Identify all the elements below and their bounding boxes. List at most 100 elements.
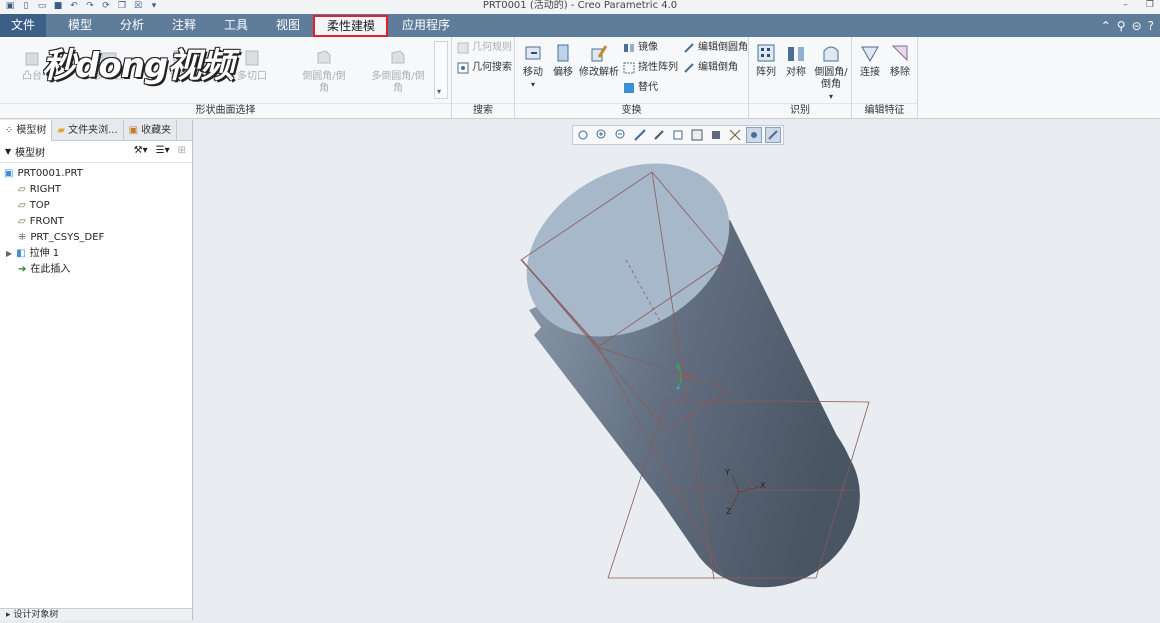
symmetry-button[interactable]: 对称 [783, 43, 809, 79]
multi-round-chamfer-button[interactable]: 多倒圆角/倒角 [370, 47, 426, 95]
modify-analytic-icon [589, 43, 609, 63]
symmetry-icon [786, 43, 806, 63]
pattern-button[interactable]: 阵列 [753, 43, 779, 79]
tree-item-insert-here[interactable]: ➔ 在此插入 [0, 262, 192, 278]
command-search-icon[interactable]: ⊝ [1132, 19, 1142, 33]
footer-label: 设计对象树 [13, 610, 59, 620]
multi-cut-label: 多切口 [237, 71, 267, 82]
extrude-icon: ◧ [16, 248, 26, 259]
transform-group-label: 变换 [515, 103, 748, 117]
modify-analytic-button[interactable]: 修改解析 [579, 43, 619, 79]
substitute-label: 替代 [638, 82, 658, 93]
geometry-search-label: 几何搜索 [472, 62, 512, 73]
menu-applications[interactable]: 应用程序 [390, 14, 462, 37]
tab-model-tree[interactable]: ⁘ 模型树 [0, 120, 53, 141]
multi-round-chamfer-icon [388, 47, 408, 67]
substitute-icon [623, 82, 635, 94]
menu-file[interactable]: 文件 [0, 14, 46, 37]
menu-model[interactable]: 模型 [52, 14, 108, 37]
help-icon[interactable]: ? [1148, 19, 1154, 33]
title-bar: ▣ ▯ ▭ ■ ↶ ↷ ⟳ ❐ ☒ ▾ PRT0001 (活动的) - Creo… [0, 0, 1160, 14]
watermark-logo: 秒dong视频 [42, 46, 234, 86]
menu-view[interactable]: 视图 [262, 14, 314, 37]
csys-z-label: Z [726, 507, 732, 516]
edit-round-button[interactable]: 编辑倒圆角 [683, 41, 748, 55]
geometry-search-icon [457, 62, 469, 74]
flex-pattern-label: 挠性阵列 [638, 62, 678, 73]
tree-filter-icon[interactable]: ⊞ [178, 145, 186, 156]
symmetry-label: 对称 [786, 67, 806, 78]
geometry-search-button[interactable]: 几何搜索 [457, 61, 512, 75]
datum-display-icon[interactable] [727, 127, 743, 143]
recognize-round-dropdown-icon[interactable]: ▾ [811, 91, 851, 103]
tree-title: 模型树 [15, 148, 46, 159]
saved-orientations-icon[interactable] [670, 127, 686, 143]
round-chamfer-button[interactable]: 倒圆角/倒角 [300, 47, 348, 95]
window-title: PRT0001 (活动的) - Creo Parametric 4.0 [482, 0, 678, 11]
tree-item-label: PRT_CSYS_DEF [30, 232, 105, 243]
spin-center-icon[interactable] [746, 127, 762, 143]
remove-button[interactable]: 移除 [886, 43, 914, 79]
tree-item-front[interactable]: ▱ FRONT [0, 214, 192, 230]
tree-columns-icon[interactable]: ☰▾ [156, 145, 170, 156]
gallery-expand-icon[interactable]: ▾ [437, 87, 441, 96]
menu-tools[interactable]: 工具 [210, 14, 262, 37]
reorient-icon[interactable] [651, 127, 667, 143]
tree-collapse-icon[interactable]: ▼ [5, 147, 11, 156]
tree-tools: ⚒▾ ☰▾ ⊞ [134, 145, 186, 156]
attach-label: 连接 [860, 67, 880, 78]
tree-item-label: FRONT [29, 216, 64, 227]
repaint-icon[interactable] [632, 127, 648, 143]
transform-group: 移动 ▾ 偏移 修改解析 镜像 挠性阵列 替代 编辑倒圆角 编辑倒角 变换 [515, 37, 749, 119]
refit-icon[interactable] [575, 127, 591, 143]
tree-item-label: 拉伸 1 [29, 248, 60, 259]
expand-arrow-icon[interactable]: ▶ [6, 246, 12, 262]
display-style-icon[interactable] [708, 127, 724, 143]
view-manager-icon[interactable] [689, 127, 705, 143]
mirror-button[interactable]: 镜像 [623, 41, 658, 55]
substitute-button[interactable]: 替代 [623, 81, 658, 95]
pattern-label: 阵列 [756, 67, 776, 78]
geometry-rule-button[interactable]: 几何规则 [457, 41, 512, 55]
move-button[interactable]: 移动 ▾ [519, 43, 547, 91]
recognize-group-label: 识别 [749, 103, 851, 117]
edit-round-icon [683, 42, 695, 54]
tree-item-right[interactable]: ▱ RIGHT [0, 182, 192, 198]
edit-chamfer-icon [683, 62, 695, 74]
tab-folder-browser[interactable]: ▰ 文件夹浏... [52, 120, 124, 141]
tree-item-csys[interactable]: ⁜ PRT_CSYS_DEF [0, 230, 192, 246]
gallery-scroll[interactable]: ▾ [434, 41, 448, 99]
recognize-round-button[interactable]: 倒圆角/倒角 ▾ [811, 43, 851, 103]
model-viewport[interactable]: X Y Z [194, 120, 1160, 620]
zoom-out-icon[interactable] [613, 127, 629, 143]
attach-button[interactable]: 连接 [856, 43, 884, 79]
zoom-in-icon[interactable] [594, 127, 610, 143]
tree-header: ▼ 模型树 ⚒▾ ☰▾ ⊞ [0, 141, 192, 163]
search-icon[interactable]: ⚲ [1117, 19, 1126, 33]
graphics-area[interactable]: X Y Z [194, 120, 1160, 620]
flex-pattern-button[interactable]: 挠性阵列 [623, 61, 678, 75]
tree-item-extrude[interactable]: ▶ ◧ 拉伸 1 [0, 246, 192, 262]
collapse-ribbon-icon[interactable]: ⌃ [1101, 19, 1111, 33]
move-dropdown-icon[interactable]: ▾ [519, 79, 547, 91]
annotation-display-icon[interactable] [765, 127, 781, 143]
tree-item-part[interactable]: ▣ PRT0001.PRT [0, 166, 192, 182]
cylinder-body[interactable] [495, 128, 860, 588]
csys-icon: ⁜ [18, 232, 27, 243]
edit-chamfer-button[interactable]: 编辑倒角 [683, 61, 738, 75]
design-object-tree-footer[interactable]: ▸ 设计对象树 [0, 608, 192, 620]
tree-settings-icon[interactable]: ⚒▾ [134, 145, 148, 156]
edit-round-label: 编辑倒圆角 [698, 42, 748, 53]
menu-annotate[interactable]: 注释 [158, 14, 210, 37]
attach-icon [860, 43, 880, 63]
tree-item-top[interactable]: ▱ TOP [0, 198, 192, 214]
minimize-icon[interactable]: – [1123, 0, 1128, 10]
offset-button[interactable]: 偏移 [549, 43, 577, 79]
move-label: 移动 [523, 67, 543, 78]
panel-tabs: ⁘ 模型树 ▰ 文件夹浏... ▣ 收藏夹 [0, 120, 192, 141]
restore-icon[interactable]: ❐ [1146, 0, 1154, 10]
search-group: 几何规则 几何搜索 搜索 [452, 37, 515, 119]
tab-favorites[interactable]: ▣ 收藏夹 [124, 120, 178, 141]
menu-analysis[interactable]: 分析 [106, 14, 158, 37]
multi-cut-button[interactable]: 多切口 [230, 47, 274, 83]
